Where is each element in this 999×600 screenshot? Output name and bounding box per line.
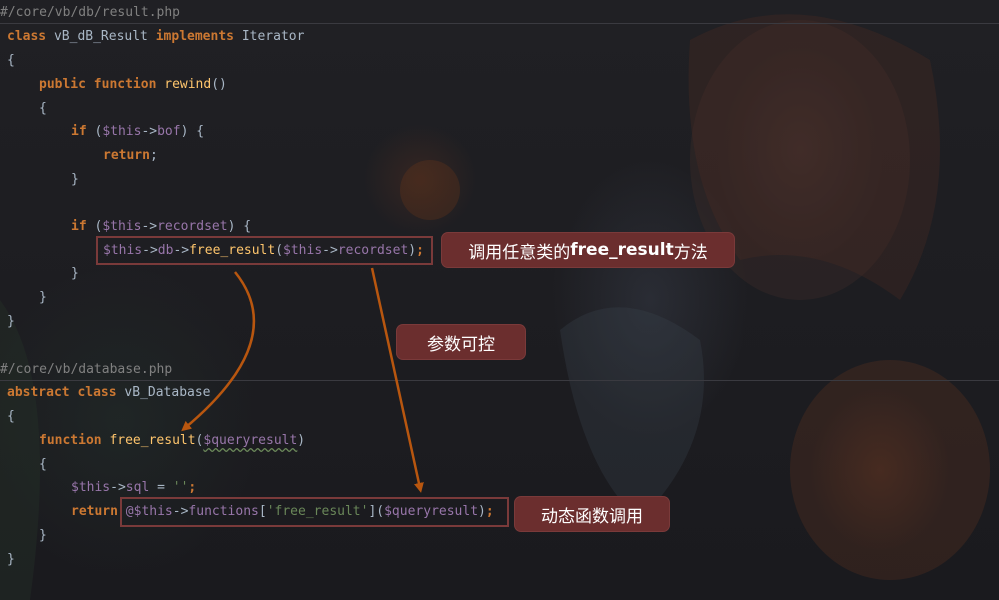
arrow-call-to-definition <box>181 271 256 432</box>
annotation-arrows <box>181 267 424 493</box>
code-editor: #/core/vb/db/result.php class vB_dB_Resu… <box>0 0 999 600</box>
arrow-param-to-dynamic-call <box>370 267 424 493</box>
